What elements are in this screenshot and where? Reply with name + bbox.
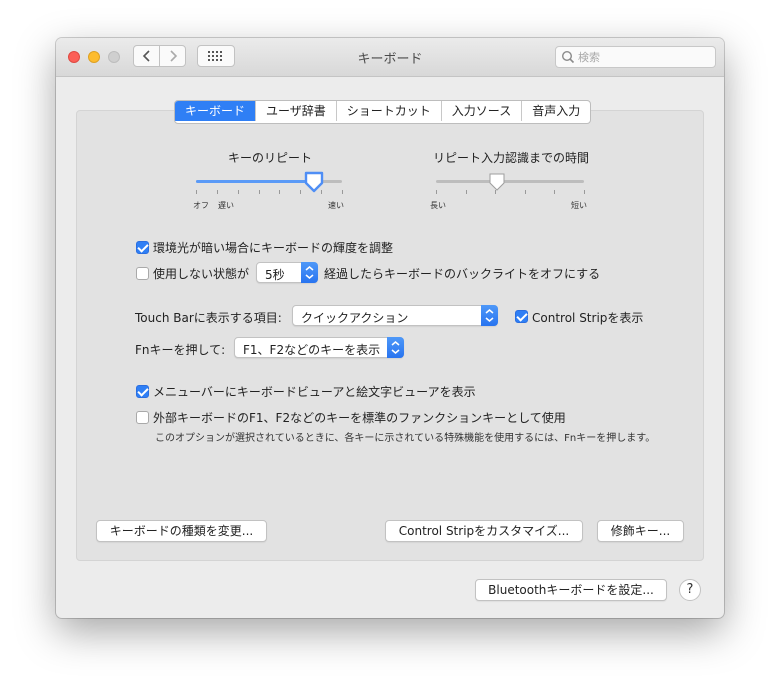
fn-key-value: F1、F2などのキーを表示 bbox=[243, 343, 381, 357]
touchbar-label: Touch Barに表示する項目: bbox=[135, 311, 282, 325]
customize-control-strip-button[interactable]: Control Stripをカスタマイズ... bbox=[385, 520, 583, 542]
key-repeat-off-label: オフ bbox=[193, 201, 209, 210]
tab-bar: キーボード ユーザ辞書 ショートカット 入力ソース 音声入力 bbox=[174, 100, 592, 124]
help-button[interactable]: ? bbox=[679, 579, 701, 601]
slider-tick bbox=[465, 190, 467, 194]
slider-tick bbox=[237, 190, 239, 194]
ambient-light-checkbox[interactable] bbox=[136, 241, 149, 254]
slider-tick bbox=[554, 190, 556, 194]
popup-arrows-icon bbox=[481, 305, 498, 326]
backlight-off-checkbox[interactable] bbox=[136, 267, 149, 280]
slider-tick bbox=[196, 190, 197, 194]
menubar-viewer-checkbox[interactable] bbox=[136, 385, 149, 398]
slider-tick bbox=[216, 190, 218, 194]
fn-key-popup[interactable]: F1、F2などのキーを表示 bbox=[234, 337, 404, 358]
popup-arrows-icon bbox=[387, 337, 404, 358]
tab-input-sources[interactable]: 入力ソース bbox=[440, 101, 521, 121]
delay-repeat-slider[interactable] bbox=[436, 180, 584, 183]
control-strip-label: Control Stripを表示 bbox=[532, 311, 644, 325]
control-strip-checkbox[interactable] bbox=[515, 310, 528, 323]
external-fn-checkbox[interactable] bbox=[136, 411, 149, 424]
tab-dictation[interactable]: 音声入力 bbox=[521, 101, 590, 121]
ambient-light-label: 環境光が暗い場合にキーボードの輝度を調整 bbox=[153, 241, 394, 255]
backlight-duration-value: 5秒 bbox=[265, 268, 285, 282]
delay-repeat-title: リピート入力認識までの時間 bbox=[433, 151, 590, 165]
modifier-keys-button[interactable]: 修飾キー... bbox=[597, 520, 684, 542]
delay-repeat-knob[interactable] bbox=[487, 172, 507, 192]
external-fn-note: このオプションが選択されているときに、各キーに示されている特殊機能を使用するには… bbox=[155, 433, 656, 444]
key-repeat-knob[interactable] bbox=[303, 171, 325, 193]
menubar-viewer-label: メニューバーにキーボードビューアと絵文字ビューアを表示 bbox=[153, 385, 476, 399]
delay-repeat-long-label: 長い bbox=[430, 201, 446, 210]
slider-tick bbox=[258, 190, 260, 194]
key-repeat-title: キーのリピート bbox=[228, 151, 313, 165]
touchbar-popup[interactable]: クイックアクション bbox=[292, 305, 498, 326]
slider-tick bbox=[584, 190, 585, 194]
slider-tick bbox=[300, 190, 302, 194]
title-bar: キーボード bbox=[56, 38, 724, 77]
preferences-window: キーボード キーボード ユーザ辞書 ショートカット 入力ソース 音声入力 キーの… bbox=[56, 38, 724, 618]
tab-keyboard[interactable]: キーボード bbox=[175, 101, 256, 121]
search-icon bbox=[561, 50, 575, 64]
external-fn-label: 外部キーボードのF1、F2などのキーを標準のファンクションキーとして使用 bbox=[153, 411, 566, 425]
slider-tick bbox=[436, 190, 437, 194]
backlight-off-label-after: 経過したらキーボードのバックライトをオフにする bbox=[324, 267, 601, 281]
tab-user-dictionary[interactable]: ユーザ辞書 bbox=[255, 101, 336, 121]
backlight-duration-popup[interactable]: 5秒 bbox=[256, 262, 318, 283]
slider-tick bbox=[524, 190, 526, 194]
search-field[interactable] bbox=[555, 46, 716, 68]
search-input[interactable] bbox=[578, 49, 710, 65]
change-keyboard-type-button[interactable]: キーボードの種類を変更... bbox=[96, 520, 267, 542]
tab-shortcuts[interactable]: ショートカット bbox=[335, 101, 441, 121]
popup-arrows-icon bbox=[301, 262, 318, 283]
backlight-off-label-before: 使用しない状態が bbox=[153, 267, 250, 281]
fn-key-label: Fnキーを押して: bbox=[135, 343, 226, 357]
setup-bluetooth-keyboard-button[interactable]: Bluetoothキーボードを設定... bbox=[475, 579, 667, 601]
key-repeat-slow-label: 遅い bbox=[218, 201, 234, 210]
key-repeat-fast-label: 速い bbox=[328, 201, 344, 210]
key-repeat-fill bbox=[196, 180, 315, 183]
slider-tick bbox=[279, 190, 281, 194]
touchbar-value: クイックアクション bbox=[301, 311, 409, 325]
slider-tick bbox=[342, 190, 343, 194]
delay-repeat-short-label: 短い bbox=[571, 201, 587, 210]
keyboard-panel bbox=[76, 110, 704, 561]
